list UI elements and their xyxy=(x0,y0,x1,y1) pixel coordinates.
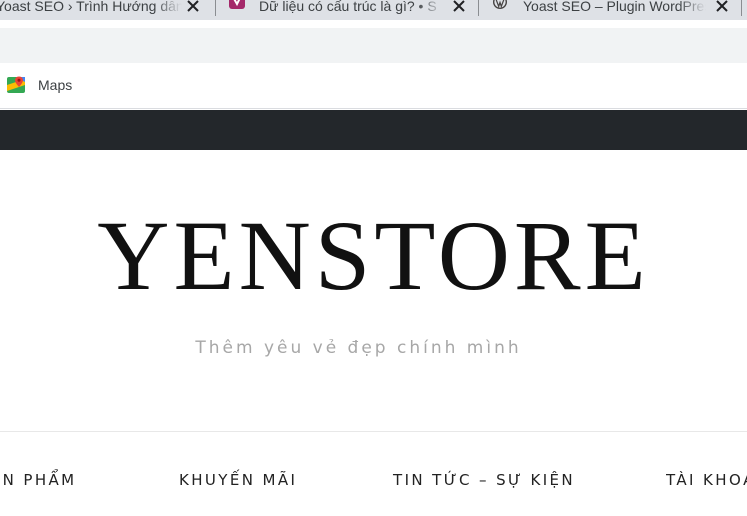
tab-yoast-wizard[interactable]: Yoast SEO › Trình Hướng dẫn xyxy=(0,0,210,17)
close-icon[interactable] xyxy=(452,0,466,13)
close-icon[interactable] xyxy=(186,0,200,13)
nav-item-tai-khoan[interactable]: TÀI KHOẢN xyxy=(666,471,747,489)
google-maps-icon xyxy=(7,76,25,93)
bookmark-label: Maps xyxy=(38,77,73,93)
tab-structured-data[interactable]: Dữ liệu có cấu trúc là gì? • S xyxy=(229,0,469,17)
bookmarks-bar: Maps xyxy=(0,63,747,109)
site-top-bar xyxy=(0,110,747,150)
nav-item-tin-tuc-su-kien[interactable]: TIN TỨC – SỰ KIỆN xyxy=(393,471,575,489)
divider xyxy=(0,431,747,432)
tab-title: Yoast SEO › Trình Hướng dẫn xyxy=(0,0,182,14)
wordpress-icon xyxy=(493,0,507,9)
tab-separator xyxy=(741,0,742,16)
browser-toolbar xyxy=(0,28,747,63)
close-icon[interactable] xyxy=(715,0,729,13)
bookmark-maps[interactable]: Maps xyxy=(6,75,72,95)
site-tagline: Thêm yêu vẻ đẹp chính mình xyxy=(195,338,522,358)
browser-tab-strip: Yoast SEO › Trình Hướng dẫn Dữ liệu có c… xyxy=(0,0,747,20)
tab-title: Dữ liệu có cấu trúc là gì? • S xyxy=(259,0,444,14)
tab-separator xyxy=(215,0,216,16)
nav-item-khuyen-mai[interactable]: KHUYẾN MÃI xyxy=(179,471,297,489)
nav-item-san-pham[interactable]: SẢN PHẨM xyxy=(0,471,77,489)
yoast-logo-icon xyxy=(229,0,245,9)
tab-yoast-plugin[interactable]: Yoast SEO – Plugin WordPress xyxy=(492,0,747,17)
tab-title: Yoast SEO – Plugin WordPress xyxy=(523,0,706,14)
tab-separator xyxy=(478,0,479,16)
site-logo[interactable]: YENSTORE xyxy=(0,196,747,316)
